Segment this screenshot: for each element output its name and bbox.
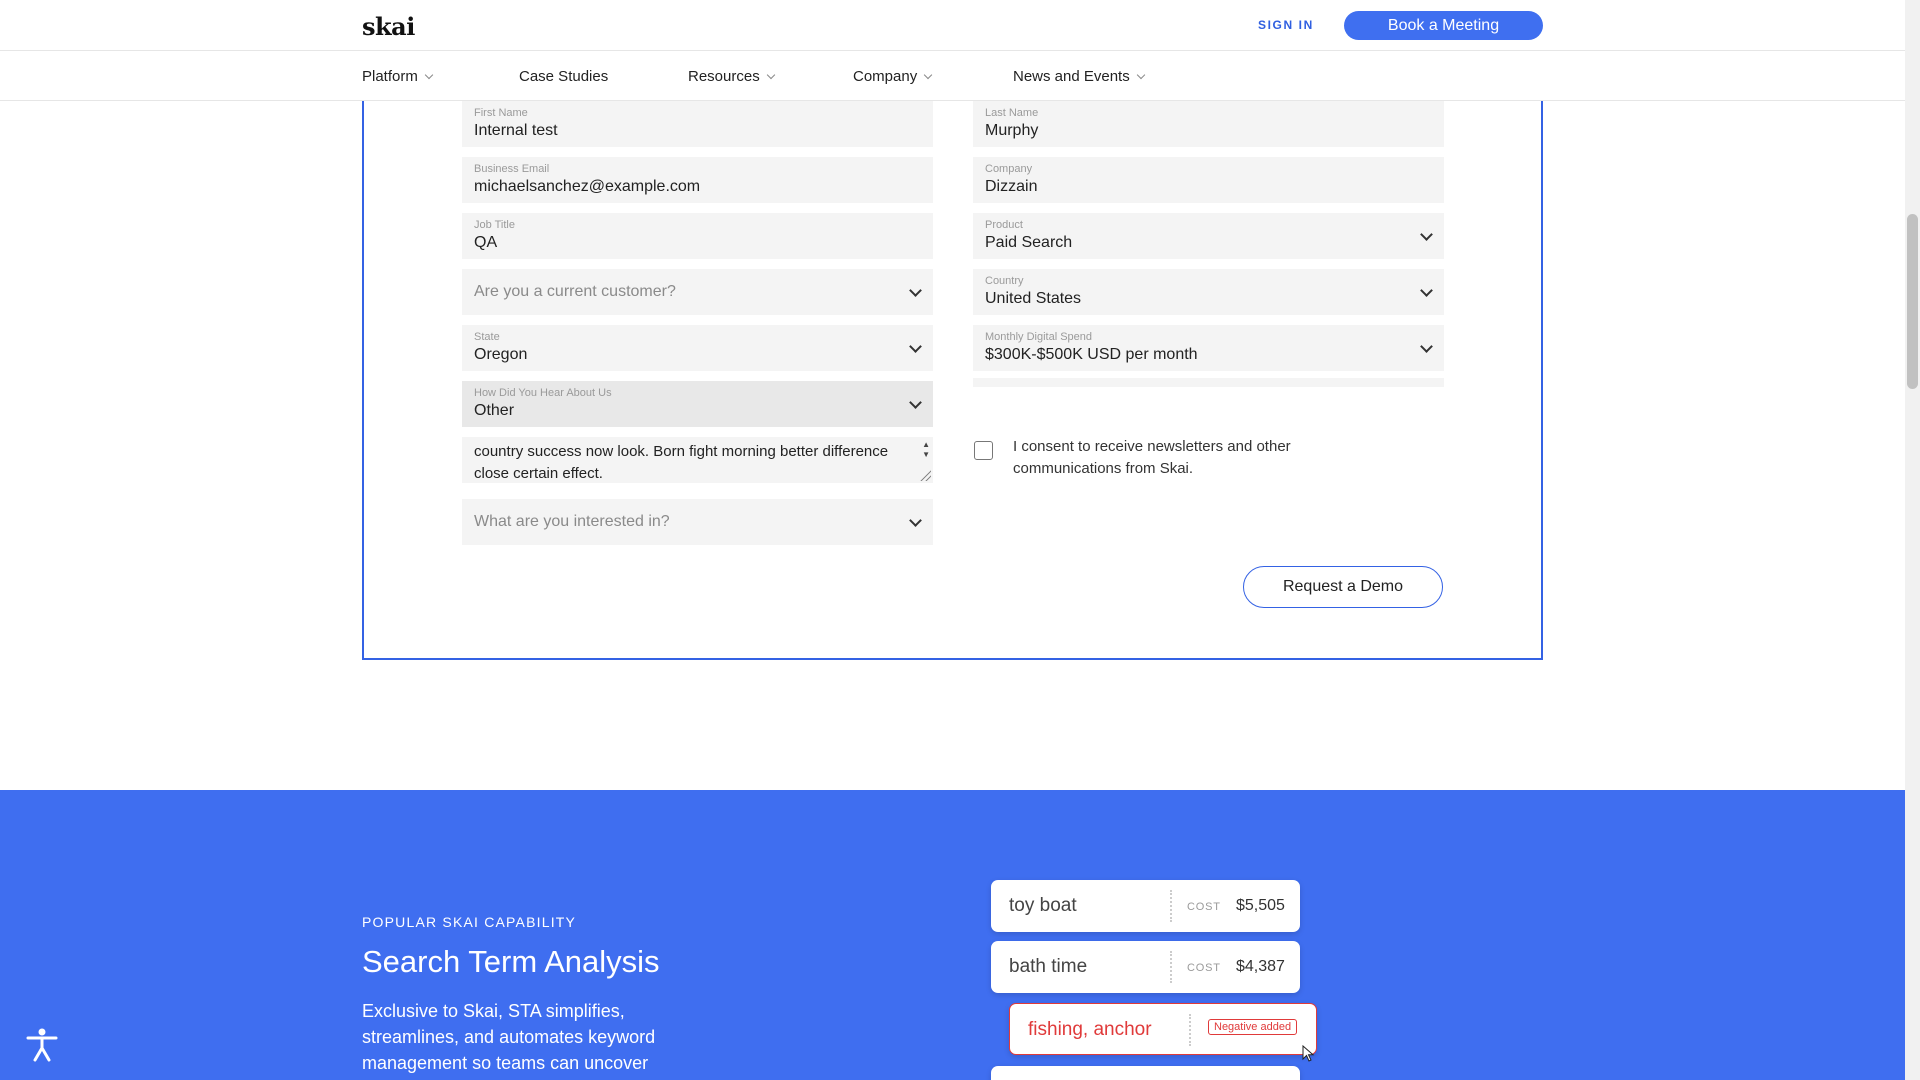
cost-label: COST (1187, 901, 1221, 913)
field-label: Business Email (474, 163, 550, 175)
field-value: United States (985, 290, 1082, 307)
page-scrollbar[interactable] (1905, 0, 1920, 1080)
search-term-card: toy boat COST $5,505 (991, 880, 1300, 932)
consent-label: I consent to receive newsletters and oth… (1013, 438, 1291, 477)
hear-about-us-select[interactable]: How Did You Hear About Us Other (462, 381, 933, 427)
search-term: toy boat (1009, 895, 1077, 916)
field-label: Company (985, 163, 1033, 175)
capability-description: Exclusive to Skai, STA simplifies, strea… (362, 1001, 656, 1073)
divider (1170, 951, 1172, 983)
field-value: Paid Search (985, 234, 1073, 251)
field-label: Monthly Digital Spend (985, 331, 1093, 343)
search-term: fishing, anchor (1028, 1019, 1152, 1040)
scrollbar-thumb[interactable] (1907, 214, 1918, 389)
last-name-field[interactable]: Last Name Murphy (973, 101, 1444, 147)
book-meeting-button[interactable]: Book a Meeting (1344, 11, 1543, 40)
nav-item-label: Case Studies (519, 68, 609, 85)
request-demo-button[interactable]: Request a Demo (1243, 566, 1443, 608)
field-label: How Did You Hear About Us (474, 387, 612, 399)
chevron-down-icon (424, 70, 434, 79)
nav-item-resources[interactable]: Resources (688, 68, 775, 85)
chevron-down-icon (1420, 228, 1433, 241)
field-value: Oregon (474, 346, 528, 363)
negative-term-card: fishing, anchor Negative added (1009, 1003, 1317, 1055)
field-label: Last Name (985, 107, 1039, 119)
chevron-down-icon (1136, 70, 1145, 79)
main-nav: Platform Case Studies Resources Company … (0, 51, 1905, 101)
nav-item-label: Platform (362, 68, 418, 85)
monthly-spend-select[interactable]: Monthly Digital Spend $300K-$500K USD pe… (973, 325, 1444, 371)
nav-item-label: Company (853, 68, 918, 85)
field-value: Other (474, 402, 515, 419)
country-select[interactable]: Country United States (973, 269, 1444, 315)
field-value: michaelsanchez@example.com (474, 178, 701, 195)
chevron-down-icon (909, 340, 922, 353)
chevron-down-icon (909, 284, 922, 297)
state-select[interactable]: State Oregon (462, 325, 933, 371)
field-label: Country (985, 275, 1024, 287)
cost-label: COST (1187, 962, 1221, 974)
field-value: QA (474, 234, 498, 251)
search-term-card (991, 1066, 1300, 1080)
chevron-down-icon (923, 70, 933, 79)
top-bar: skai SIGN IN Book a Meeting (0, 0, 1905, 51)
cost-value: $5,505 (1236, 897, 1285, 914)
cost-value: $4,387 (1236, 958, 1285, 975)
search-term-card: bath time COST $4,387 (991, 941, 1300, 993)
field-value: Dizzain (985, 178, 1038, 195)
skai-logo[interactable]: skai (362, 12, 415, 41)
first-name-field[interactable]: First Name Internal test (462, 101, 933, 147)
divider (1189, 1014, 1191, 1046)
chevron-down-icon (909, 396, 922, 409)
interested-in-select[interactable]: What are you interested in? (462, 499, 933, 545)
other-details-textarea[interactable]: country success now look. Born fight mor… (462, 437, 933, 483)
capability-section: POPULAR SKAI CAPABILITY Search Term Anal… (0, 790, 1905, 1080)
field-value: Internal test (474, 122, 558, 139)
nav-item-company[interactable]: Company (853, 68, 933, 85)
sign-in-link[interactable]: SIGN IN (1258, 18, 1314, 32)
collapsed-field (973, 378, 1444, 387)
textarea-scroll-arrows[interactable]: ▲ ▼ (922, 440, 930, 460)
search-term: bath time (1009, 956, 1088, 977)
field-label: First Name (474, 107, 528, 119)
field-value: Murphy (985, 122, 1039, 139)
field-value: $300K-$500K USD per month (985, 346, 1198, 363)
nav-item-news-events[interactable]: News and Events (1013, 68, 1145, 85)
field-placeholder: Are you a current customer? (474, 283, 676, 300)
field-label: Product (985, 219, 1023, 231)
divider (1170, 890, 1172, 922)
accessibility-icon[interactable] (22, 1024, 62, 1064)
nav-item-case-studies[interactable]: Case Studies (519, 68, 608, 85)
chevron-down-icon (1420, 284, 1433, 297)
job-title-field[interactable]: Job Title QA (462, 213, 933, 259)
field-label: State (474, 331, 500, 343)
company-field[interactable]: Company Dizzain (973, 157, 1444, 203)
product-select[interactable]: Product Paid Search (973, 213, 1444, 259)
field-label: Job Title (474, 219, 515, 231)
current-customer-select[interactable]: Are you a current customer? (462, 269, 933, 315)
business-email-field[interactable]: Business Email michaelsanchez@example.co… (462, 157, 933, 203)
nav-item-label: News and Events (1013, 68, 1130, 85)
chevron-down-icon (766, 70, 775, 79)
resize-handle-icon[interactable] (919, 469, 931, 481)
negative-added-badge: Negative added (1208, 1019, 1298, 1035)
nav-item-label: Resources (688, 68, 760, 85)
nav-item-platform[interactable]: Platform (362, 68, 434, 85)
mouse-cursor-icon (1302, 1045, 1315, 1062)
capability-eyebrow: POPULAR SKAI CAPABILITY (362, 914, 577, 930)
field-placeholder: What are you interested in? (474, 513, 670, 530)
consent-checkbox[interactable] (974, 441, 993, 460)
chevron-down-icon (909, 514, 922, 527)
field-value: country success now look. Born fight mor… (474, 443, 889, 482)
chevron-down-icon (1420, 340, 1433, 353)
capability-title: Search Term Analysis (362, 944, 660, 979)
